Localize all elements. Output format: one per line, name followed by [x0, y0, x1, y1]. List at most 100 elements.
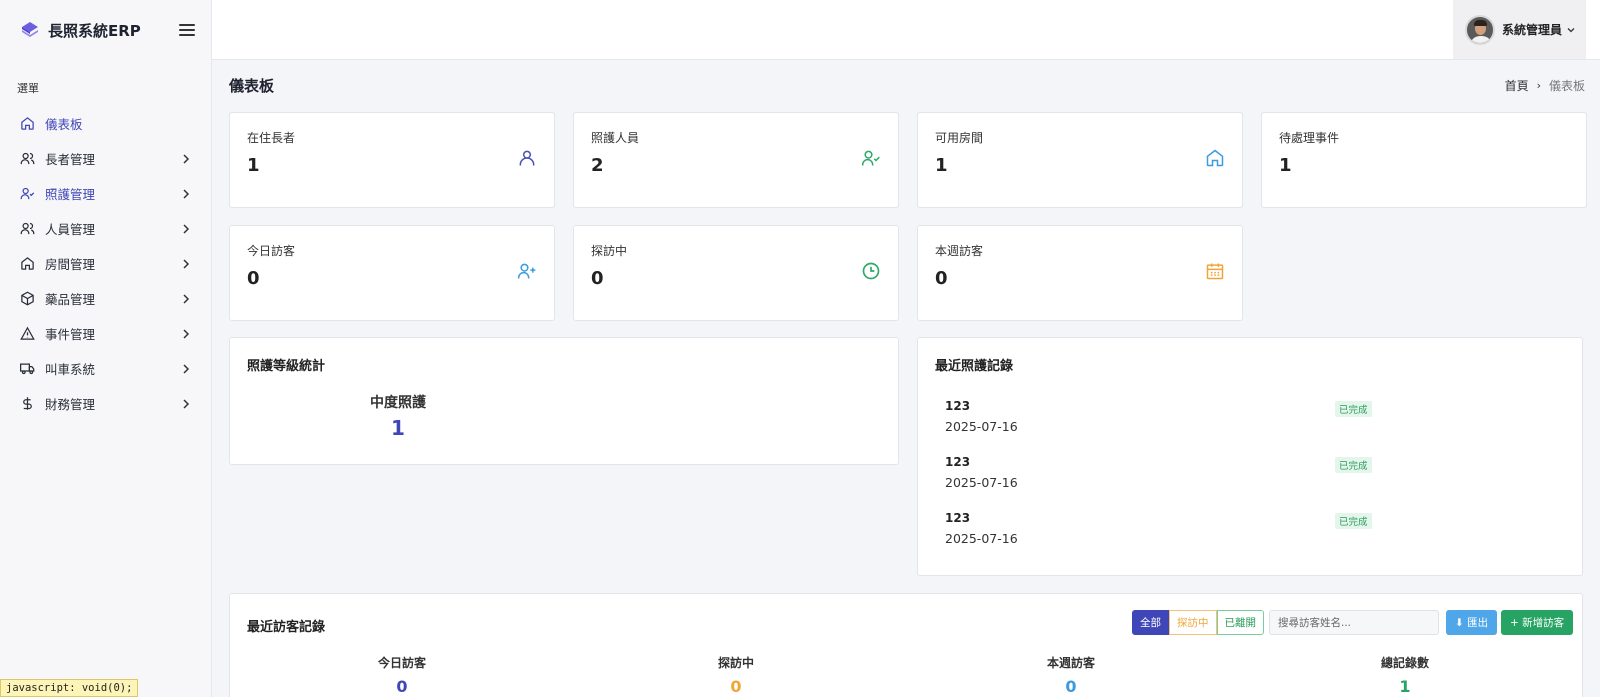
sidebar-item-rooms[interactable]: 房間管理 — [0, 246, 211, 281]
chevron-right-icon — [183, 258, 190, 269]
sidebar-item-label: 房間管理 — [45, 257, 96, 272]
stat-card-rooms: 可用房間 1 — [917, 112, 1243, 208]
chevron-right-icon — [183, 363, 190, 374]
status-badge: 已完成 — [1335, 457, 1372, 473]
care-level-count: 1 — [391, 416, 405, 440]
breadcrumb-current: 儀表板 — [1548, 78, 1585, 93]
stat-label: 今日訪客 — [247, 244, 296, 258]
sidebar-item-elders[interactable]: 長者管理 — [0, 141, 211, 176]
stat-value: 0 — [247, 268, 260, 289]
filter-left-button[interactable]: 已離開 — [1216, 610, 1264, 635]
chevron-right-icon — [183, 293, 190, 304]
stat-label: 可用房間 — [935, 131, 984, 145]
main-content: 儀表板 首頁 › 儀表板 在住長者 1 照護人員 2 可用房間 1 待處理事件 … — [212, 60, 1600, 697]
stat-label: 待處理事件 — [1279, 131, 1340, 145]
home-icon — [20, 256, 35, 271]
sidebar-item-dashboard[interactable]: 儀表板 — [0, 106, 211, 141]
care-record-name: 123 — [945, 511, 971, 525]
user-icon — [517, 148, 537, 168]
users-icon — [20, 221, 35, 236]
stat-value: 2 — [591, 155, 604, 176]
dollar-icon — [20, 396, 35, 411]
add-visitor-button[interactable]: + 新增訪客 — [1501, 610, 1574, 635]
stat-value: 0 — [591, 268, 604, 289]
sidebar-item-label: 藥品管理 — [45, 292, 96, 307]
care-level-card: 照護等級統計 中度照護 1 — [229, 337, 899, 465]
stat-card-residents: 在住長者 1 — [229, 112, 555, 208]
chevron-right-icon — [183, 398, 190, 409]
recent-care-card: 最近照護記錄 123 2025-07-16 已完成 123 2025-07-16… — [917, 337, 1583, 576]
list-item[interactable]: 123 2025-07-16 已完成 — [945, 455, 1562, 501]
chevron-right-icon — [183, 223, 190, 234]
stat-label: 在住長者 — [247, 131, 296, 145]
user-check-icon — [20, 186, 35, 201]
visitor-search-input[interactable] — [1269, 610, 1439, 635]
breadcrumb: 首頁 › 儀表板 — [1505, 77, 1585, 94]
stat-card-today-visitors: 今日訪客 0 — [229, 225, 555, 321]
home-icon — [1205, 148, 1225, 168]
page-title: 儀表板 — [229, 76, 275, 95]
chevron-right-icon — [183, 328, 190, 339]
stat-card-visiting: 探訪中 0 — [573, 225, 899, 321]
visitor-stat-value: 0 — [396, 677, 408, 696]
sidebar-item-label: 事件管理 — [45, 327, 96, 342]
brand: 長照系統ERP — [0, 0, 211, 60]
filter-all-button[interactable]: 全部 — [1132, 610, 1169, 635]
stat-value: 1 — [1279, 155, 1292, 176]
sidebar-item-staff[interactable]: 人員管理 — [0, 211, 211, 246]
care-record-date: 2025-07-16 — [945, 475, 1018, 490]
alert-triangle-icon — [20, 326, 35, 341]
recent-care-title: 最近照護記錄 — [935, 359, 1014, 374]
visitor-stat-total: 總記錄數 1 — [1345, 654, 1465, 696]
breadcrumb-separator: › — [1536, 78, 1541, 92]
clock-icon — [861, 261, 881, 281]
topbar: 系統管理員 — [212, 0, 1600, 60]
stat-card-pending-events: 待處理事件 1 — [1261, 112, 1587, 208]
user-plus-icon — [517, 261, 537, 281]
status-badge: 已完成 — [1335, 513, 1372, 529]
sidebar-item-label: 財務管理 — [45, 397, 96, 412]
visitor-stat-today: 今日訪客 0 — [342, 654, 462, 696]
sidebar-item-label: 叫車系統 — [45, 362, 96, 377]
stat-label: 本週訪客 — [935, 244, 984, 258]
avatar — [1465, 14, 1495, 45]
breadcrumb-home-link[interactable]: 首頁 — [1505, 77, 1529, 94]
status-badge: 已完成 — [1335, 401, 1372, 417]
sidebar-item-events[interactable]: 事件管理 — [0, 316, 211, 351]
package-icon — [20, 291, 35, 306]
visitor-stat-label: 探訪中 — [717, 656, 754, 670]
export-button[interactable]: ⬇ 匯出 — [1446, 610, 1498, 635]
sidebar-item-finance[interactable]: 財務管理 — [0, 386, 211, 421]
visitor-stat-label: 今日訪客 — [377, 656, 426, 670]
user-name: 系統管理員 — [1502, 23, 1563, 37]
sidebar-item-label: 長者管理 — [45, 152, 96, 167]
care-level-name: 中度照護 — [370, 395, 426, 411]
sidebar-item-care[interactable]: 照護管理 — [0, 176, 211, 211]
care-record-date: 2025-07-16 — [945, 419, 1018, 434]
visitor-stat-value: 0 — [730, 677, 742, 696]
visitor-stat-visiting: 探訪中 0 — [676, 654, 796, 696]
user-menu[interactable]: 系統管理員 — [1453, 0, 1586, 59]
filter-visiting-button[interactable]: 探訪中 — [1169, 610, 1217, 635]
visitor-stat-value: 0 — [1065, 677, 1077, 696]
care-record-name: 123 — [945, 455, 971, 469]
chevron-down-icon — [1567, 27, 1575, 32]
recent-visitors-title: 最近訪客記錄 — [247, 620, 326, 635]
sidebar-item-label: 儀表板 — [45, 117, 83, 132]
visitor-stat-label: 總記錄數 — [1380, 656, 1429, 670]
stat-card-caregivers: 照護人員 2 — [573, 112, 899, 208]
status-bar-tooltip: javascript: void(0); — [0, 679, 139, 697]
list-item[interactable]: 123 2025-07-16 已完成 — [945, 511, 1562, 557]
visitor-stat-label: 本週訪客 — [1046, 656, 1095, 670]
list-item[interactable]: 123 2025-07-16 已完成 — [945, 399, 1562, 445]
sidebar-item-label: 照護管理 — [45, 187, 96, 202]
stat-value: 1 — [247, 155, 260, 176]
chevron-right-icon — [183, 153, 190, 164]
hamburger-menu-icon[interactable] — [179, 22, 195, 38]
sidebar-item-transport[interactable]: 叫車系統 — [0, 351, 211, 386]
visitor-filter-group: 全部 探訪中 已離開 — [1132, 610, 1264, 635]
calendar-icon — [1205, 261, 1225, 281]
stat-label: 探訪中 — [591, 244, 628, 258]
sidebar-item-label: 人員管理 — [45, 222, 96, 237]
sidebar-item-medicine[interactable]: 藥品管理 — [0, 281, 211, 316]
